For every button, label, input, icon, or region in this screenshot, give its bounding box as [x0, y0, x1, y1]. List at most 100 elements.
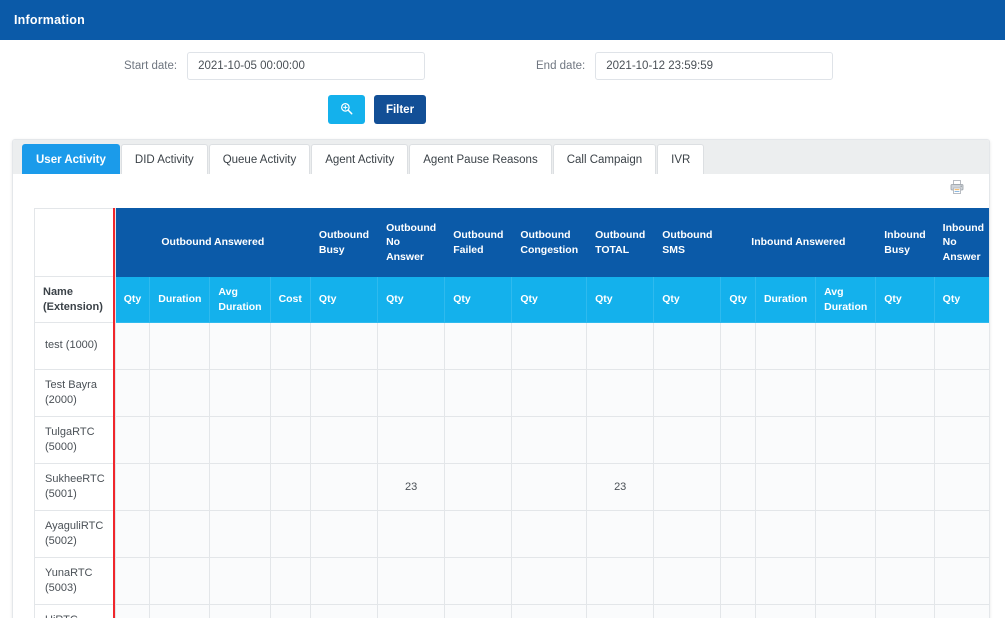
- sub-header-avg-duration-12: Avg Duration: [815, 276, 877, 323]
- data-cell: [309, 604, 379, 618]
- data-cell: [933, 604, 989, 618]
- data-cell: [309, 510, 379, 558]
- row-name-cell: test (1000): [34, 322, 116, 370]
- table-row[interactable]: TulgaRTC (5000): [34, 416, 989, 464]
- table-toolbar: [13, 174, 989, 200]
- report-tabs: User Activity DID Activity Queue Activity A…: [13, 140, 989, 174]
- filter-bar: Start date: End date: Filter: [0, 40, 1005, 135]
- data-cell: [653, 463, 722, 511]
- data-cell: [149, 322, 211, 370]
- data-cell: [209, 322, 271, 370]
- table-row[interactable]: Test Bayra (2000): [34, 369, 989, 417]
- sub-header-qty-0: Qty: [114, 276, 151, 323]
- sub-header-avg-duration-2: Avg Duration: [209, 276, 271, 323]
- data-cell: [377, 557, 446, 605]
- table-row[interactable]: SukheeRTC (5001) 23 23: [34, 463, 989, 511]
- data-cell: [653, 322, 722, 370]
- sub-header-qty-10: Qty: [720, 276, 756, 323]
- data-cell: [511, 369, 588, 417]
- activity-table-scroll[interactable]: Outbound Answered Outbound Busy Outbound N…: [34, 208, 989, 618]
- data-cell: [875, 604, 935, 618]
- tab-user-activity[interactable]: User Activity: [22, 144, 120, 174]
- sub-header-duration-1: Duration: [149, 276, 211, 323]
- group-header-label: Inbound Answered: [751, 236, 846, 249]
- tab-label: Queue Activity: [222, 153, 297, 166]
- group-header-inbound-no-answer: Inbound No Answer: [933, 208, 989, 277]
- data-cell: [149, 604, 211, 618]
- row-name-cell: AyaguliRTC (5002): [34, 510, 116, 558]
- user-activity-table: Outbound Answered Outbound Busy Outbound N…: [34, 208, 989, 618]
- row-name-cell: Test Bayra (2000): [34, 369, 116, 417]
- search-button[interactable]: [328, 95, 365, 124]
- data-cell: [875, 557, 935, 605]
- data-cell: [114, 369, 151, 417]
- data-cell: [269, 463, 311, 511]
- tab-did-activity[interactable]: DID Activity: [120, 144, 208, 174]
- sub-header-label: Duration: [158, 293, 202, 306]
- data-cell-value: 23: [614, 481, 627, 493]
- group-header-outbound-no-answer: Outbound No Answer: [377, 208, 446, 277]
- group-header-row: Outbound Answered Outbound Busy Outbound N…: [34, 208, 989, 277]
- row-name-cell: SukheeRTC (5001): [34, 463, 116, 511]
- data-cell: [875, 416, 935, 464]
- end-date-label: End date:: [536, 60, 586, 72]
- table-row[interactable]: UjRTC (5004): [34, 604, 989, 618]
- export-printer-icon[interactable]: [949, 179, 965, 195]
- group-header-outbound-busy: Outbound Busy: [309, 208, 379, 277]
- tab-agent-pause-reasons[interactable]: Agent Pause Reasons: [409, 144, 552, 174]
- data-cell: [586, 416, 655, 464]
- tab-queue-activity[interactable]: Queue Activity: [208, 144, 311, 174]
- window-titlebar: Information: [0, 0, 1005, 40]
- data-cell: [933, 369, 989, 417]
- data-cell: [114, 510, 151, 558]
- data-cell: [377, 416, 446, 464]
- table-row[interactable]: test (1000): [34, 322, 989, 370]
- tab-ivr[interactable]: IVR: [657, 144, 705, 174]
- group-header-outbound-failed: Outbound Failed: [444, 208, 513, 277]
- data-cell: [815, 322, 877, 370]
- end-date-field-group: End date:: [536, 52, 834, 80]
- data-cell: [933, 510, 989, 558]
- data-cell: [754, 369, 817, 417]
- table-row[interactable]: AyaguliRTC (5002): [34, 510, 989, 558]
- data-cell: [586, 369, 655, 417]
- information-report-page: Information Start date: End date:: [0, 0, 1005, 618]
- data-cell: [653, 510, 722, 558]
- sub-header-label: Qty: [520, 293, 538, 306]
- data-cell: [114, 557, 151, 605]
- data-cell: [444, 604, 513, 618]
- row-name-label: test (1000): [45, 339, 98, 352]
- data-cell: [269, 369, 311, 417]
- page-title: Information: [14, 13, 85, 27]
- data-cell: [309, 557, 379, 605]
- sub-header-label: Qty: [318, 293, 337, 306]
- data-cell: [444, 369, 513, 417]
- tab-call-campaign[interactable]: Call Campaign: [552, 144, 657, 174]
- data-cell: [933, 463, 989, 511]
- data-cell: [309, 369, 379, 417]
- data-cell: [875, 369, 935, 417]
- end-date-input[interactable]: [595, 52, 834, 80]
- sub-header-row: Name (Extension) Qty Duration Avg Duration C…: [34, 276, 989, 323]
- tab-agent-activity[interactable]: Agent Activity: [311, 144, 409, 174]
- table-body: test (1000) Test Bayra (2000) TulgaRTC (50…: [34, 322, 989, 618]
- filter-button[interactable]: Filter: [374, 95, 426, 124]
- data-cell-value: 23: [405, 481, 418, 493]
- data-cell: [114, 463, 151, 511]
- row-name-label: TulgaRTC (5000): [45, 425, 95, 453]
- data-cell: [444, 322, 513, 370]
- row-name-label: AyaguliRTC (5002): [45, 519, 104, 547]
- group-header-label: Outbound SMS: [662, 229, 713, 256]
- data-cell: [209, 416, 271, 464]
- start-date-label: Start date:: [124, 60, 178, 72]
- table-row[interactable]: YunaRTC (5003): [34, 557, 989, 605]
- row-name-label: YunaRTC (5003): [45, 566, 93, 594]
- start-date-input[interactable]: [187, 52, 426, 80]
- sub-header-qty-8: Qty: [586, 276, 655, 323]
- sub-header-label: Qty: [942, 293, 961, 306]
- data-cell: [754, 604, 817, 618]
- data-cell: [149, 557, 211, 605]
- data-cell: [149, 463, 211, 511]
- sub-header-label: Qty: [729, 293, 747, 306]
- sub-header-label: Qty: [386, 293, 404, 306]
